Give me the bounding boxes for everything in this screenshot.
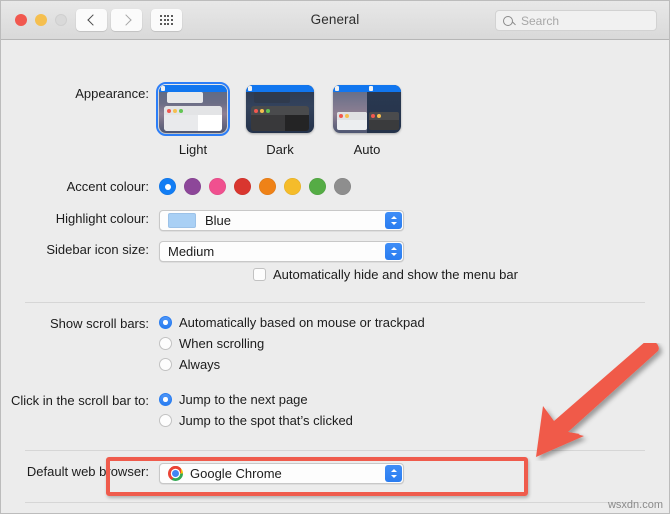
highlight-colour-row: Highlight colour: Blue	[11, 210, 404, 231]
radio-button[interactable]	[159, 414, 172, 427]
show-scroll-bars-options: Automatically based on mouse or trackpad…	[159, 315, 425, 372]
accent-swatch-orange[interactable]	[259, 178, 276, 195]
accent-swatch-graphite[interactable]	[334, 178, 351, 195]
appearance-thumbnail-light	[156, 82, 230, 136]
appearance-row: Appearance: Light Dark Auto	[11, 82, 401, 157]
accent-swatch-yellow[interactable]	[284, 178, 301, 195]
accent-colour-swatches	[159, 178, 351, 195]
scrollbar-option-always[interactable]: Always	[159, 357, 425, 372]
chevron-updown-icon[interactable]	[385, 243, 402, 260]
window-titlebar: General	[1, 1, 669, 40]
appearance-option-label: Dark	[266, 142, 294, 157]
sidebar-icon-size-row: Sidebar icon size: Medium	[11, 241, 404, 262]
divider-2	[25, 450, 645, 451]
radio-label: Jump to the next page	[179, 392, 308, 407]
click-option-spot-clicked[interactable]: Jump to the spot that’s clicked	[159, 413, 353, 428]
accent-swatch-pink[interactable]	[209, 178, 226, 195]
preferences-content: Appearance: Light Dark Auto Accent colou…	[1, 40, 669, 513]
radio-label: Jump to the spot that’s clicked	[179, 413, 353, 428]
watermark: wsxdn.com	[607, 499, 663, 511]
accent-colour-row: Accent colour:	[11, 178, 351, 195]
radio-button[interactable]	[159, 316, 172, 329]
sidebar-icon-size-label: Sidebar icon size:	[46, 242, 149, 257]
divider-1	[25, 302, 645, 303]
radio-button[interactable]	[159, 393, 172, 406]
appearance-thumbnail-dark	[246, 85, 314, 133]
appearance-option-auto[interactable]: Auto	[333, 85, 401, 157]
click-scroll-bar-row: Click in the scroll bar to: Jump to the …	[11, 392, 353, 428]
auto-hide-menubar-row[interactable]: Automatically hide and show the menu bar	[253, 267, 518, 282]
annotation-arrow	[536, 343, 659, 457]
radio-button[interactable]	[159, 337, 172, 350]
search-field[interactable]	[495, 10, 657, 31]
show-scroll-bars-row: Show scroll bars: Automatically based on…	[11, 315, 425, 372]
search-icon	[503, 15, 513, 26]
highlight-colour-chip	[168, 213, 196, 228]
appearance-label: Appearance:	[75, 86, 149, 101]
chevron-updown-icon[interactable]	[385, 212, 402, 229]
accent-colour-label: Accent colour:	[66, 179, 149, 194]
show-scroll-bars-label: Show scroll bars:	[50, 316, 149, 331]
click-scroll-bar-label: Click in the scroll bar to:	[11, 393, 149, 408]
accent-swatch-purple[interactable]	[184, 178, 201, 195]
system-preferences-window: General Appearance:	[0, 0, 670, 514]
appearance-option-label: Light	[178, 142, 208, 157]
auto-hide-menubar-checkbox[interactable]	[253, 268, 266, 281]
radio-label: When scrolling	[179, 336, 265, 351]
accent-swatch-green[interactable]	[309, 178, 326, 195]
scrollbar-option-when-scrolling[interactable]: When scrolling	[159, 336, 425, 351]
radio-label: Always	[179, 357, 221, 372]
appearance-thumbnail-auto	[333, 85, 401, 133]
click-option-next-page[interactable]: Jump to the next page	[159, 392, 353, 407]
divider-3	[25, 502, 645, 503]
radio-button[interactable]	[159, 358, 172, 371]
click-scroll-bar-options: Jump to the next page Jump to the spot t…	[159, 392, 353, 428]
annotation-highlight-box	[106, 457, 528, 496]
auto-hide-menubar-label: Automatically hide and show the menu bar	[273, 267, 518, 282]
sidebar-icon-size-popup[interactable]: Medium	[159, 241, 404, 262]
radio-label: Automatically based on mouse or trackpad	[179, 315, 425, 330]
appearance-option-light[interactable]: Light	[156, 82, 230, 157]
accent-swatch-blue[interactable]	[159, 178, 176, 195]
highlight-colour-value: Blue	[205, 213, 232, 228]
appearance-options: Light Dark Auto	[156, 82, 401, 157]
highlight-colour-popup[interactable]: Blue	[159, 210, 404, 231]
accent-swatch-red[interactable]	[234, 178, 251, 195]
appearance-option-label: Auto	[353, 142, 381, 157]
search-input[interactable]	[521, 13, 641, 28]
highlight-colour-label: Highlight colour:	[55, 211, 149, 226]
scrollbar-option-auto[interactable]: Automatically based on mouse or trackpad	[159, 315, 425, 330]
appearance-option-dark[interactable]: Dark	[246, 85, 314, 157]
sidebar-icon-size-value: Medium	[168, 244, 215, 259]
